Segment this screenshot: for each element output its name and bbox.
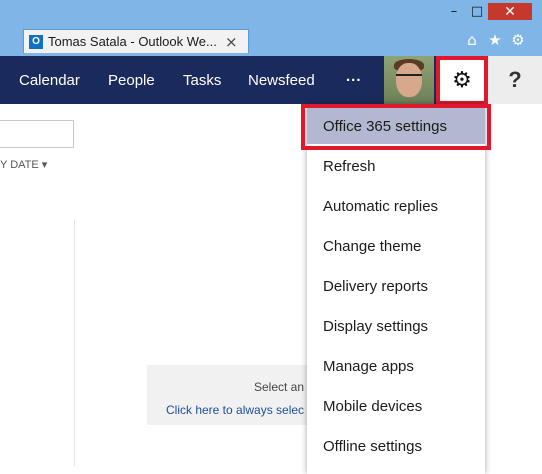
browser-settings-icon[interactable]: ⚙ <box>507 30 529 50</box>
menu-item-office-365-settings[interactable]: Office 365 settings <box>307 108 485 144</box>
outlook-favicon-icon: O <box>29 34 43 49</box>
avatar-glasses <box>396 74 422 84</box>
menu-item-refresh[interactable]: Refresh <box>307 148 485 184</box>
nav-more-button[interactable]: ... <box>346 68 362 85</box>
menu-item-manage-apps[interactable]: Manage apps <box>307 348 485 384</box>
help-button[interactable]: ? <box>488 56 542 104</box>
nav-people[interactable]: People <box>108 72 155 89</box>
settings-gear-icon[interactable]: ⚙ <box>437 56 487 104</box>
settings-menu: Office 365 settings Refresh Automatic re… <box>307 104 485 474</box>
star-icon[interactable]: ★ <box>484 30 506 50</box>
menu-item-display-settings[interactable]: Display settings <box>307 308 485 344</box>
menu-item-delivery-reports[interactable]: Delivery reports <box>307 268 485 304</box>
menu-item-mobile-devices[interactable]: Mobile devices <box>307 388 485 424</box>
nav-tasks[interactable]: Tasks <box>183 72 221 89</box>
search-input[interactable] <box>0 120 74 148</box>
nav-calendar[interactable]: Calendar <box>19 72 80 89</box>
menu-item-automatic-replies[interactable]: Automatic replies <box>307 188 485 224</box>
maximize-button[interactable]: □ <box>466 3 488 20</box>
home-icon[interactable]: ⌂ <box>461 30 483 50</box>
tab-close-icon[interactable]: × <box>225 33 238 51</box>
reading-pane <box>74 220 335 466</box>
tab-title: Tomas Satala - Outlook We... <box>48 34 217 49</box>
menu-item-change-theme[interactable]: Change theme <box>307 228 485 264</box>
always-select-link[interactable]: Click here to always selec <box>166 403 304 417</box>
nav-newsfeed[interactable]: Newsfeed <box>248 72 315 89</box>
avatar[interactable] <box>384 56 434 104</box>
menu-item-offline-settings[interactable]: Offline settings <box>307 428 485 464</box>
reading-pane-text: Select an <box>254 380 305 394</box>
close-window-button[interactable]: ✕ <box>488 3 532 20</box>
browser-tab[interactable]: O Tomas Satala - Outlook We... × <box>23 29 249 53</box>
sort-by-date-label[interactable]: Y DATE ▾ <box>0 158 47 171</box>
minimize-button[interactable]: – <box>443 3 465 20</box>
